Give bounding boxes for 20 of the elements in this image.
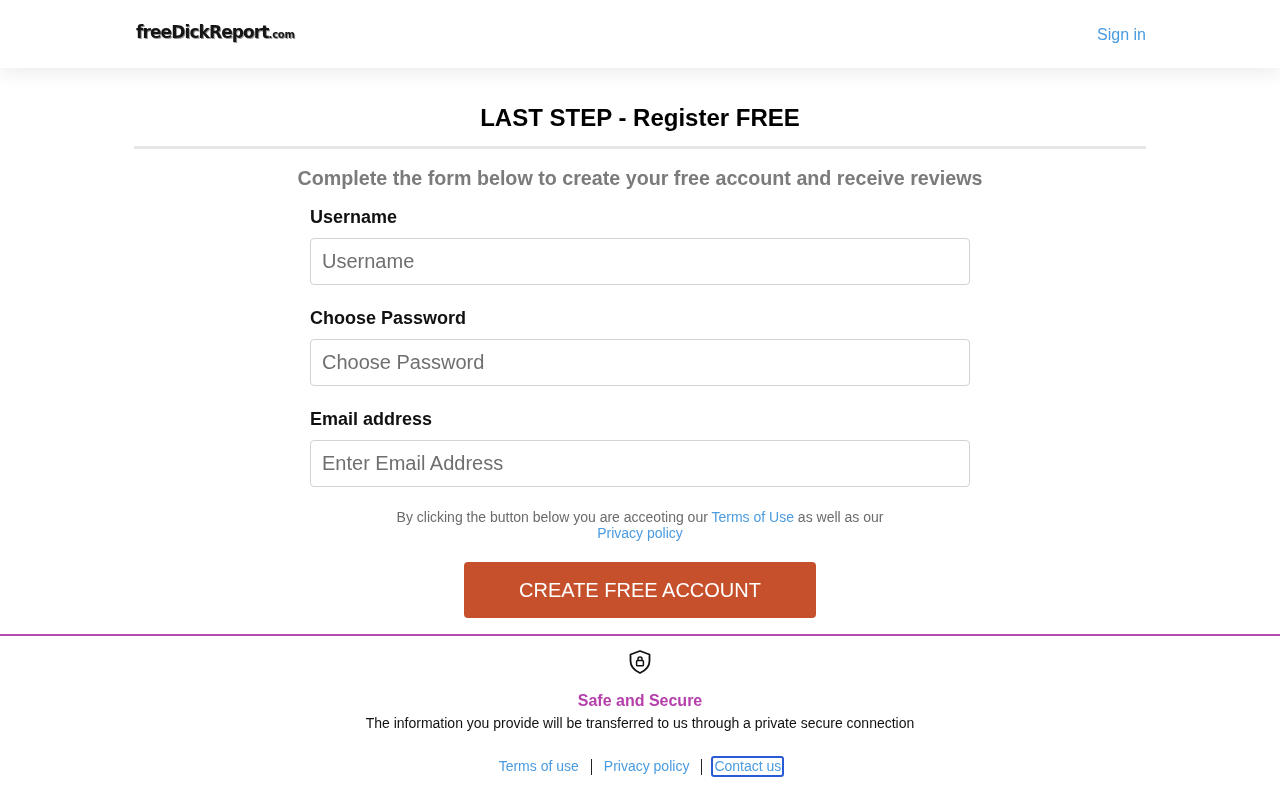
input-field[interactable]: Choose Password [310, 339, 970, 386]
consent-text: By clicking the button below you are acceoting our Terms of Use as well as our Privacy policy [395, 509, 885, 541]
form-subtitle: Complete the form below to create your free account and receive reviews [297, 166, 983, 190]
create-account-button[interactable]: CREATE FREE ACCOUNT [464, 562, 816, 618]
footer-link[interactable]: Contact us [711, 756, 785, 777]
shield-lock-icon [629, 650, 651, 674]
security-text: The information you provide will be transferred to us through a private secure connection [365, 715, 915, 732]
page-title: LAST STEP - Register FREE [480, 104, 800, 132]
footer-link[interactable]: Terms of use [495, 756, 582, 777]
input-field[interactable]: Enter Email Address [310, 440, 970, 487]
policy-link[interactable]: Terms of Use [711, 509, 794, 525]
field-label: Choose Password [310, 307, 467, 329]
footer-link[interactable]: Privacy policy [600, 756, 693, 777]
security-title: Safe and Secure [577, 691, 703, 711]
field-label: Email address [310, 408, 433, 430]
sign-in-link[interactable]: Sign in [1097, 26, 1146, 44]
field-label: Username [310, 206, 398, 228]
input-field[interactable]: Username [310, 238, 970, 285]
policy-link[interactable]: Privacy policy [597, 525, 683, 541]
site-logo[interactable]: freeDickReport.com [136, 22, 295, 42]
